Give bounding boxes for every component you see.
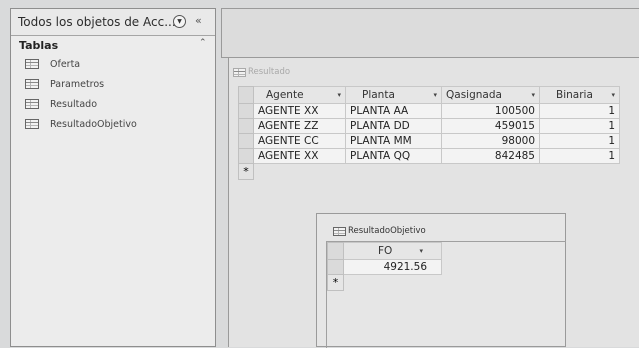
table-icon	[25, 79, 39, 89]
nav-header[interactable]: Todos los objetos de Acc... ▼ «	[11, 9, 215, 36]
column-label: Planta	[362, 89, 395, 101]
chevron-up-icon[interactable]: ⌃	[199, 38, 207, 48]
table-row[interactable]: AGENTE XX PLANTA QQ 842485 1	[238, 148, 620, 164]
new-record-icon: *	[243, 165, 249, 178]
table-row[interactable]: AGENTE CC PLANTA MM 98000 1	[238, 133, 620, 149]
chevron-down-icon[interactable]: ▼	[173, 15, 186, 28]
column-header-fo[interactable]: FO ▾	[343, 242, 442, 260]
column-header-planta[interactable]: Planta ▾	[345, 86, 442, 104]
cell-fo[interactable]: 4921.56	[343, 259, 442, 275]
cell-agente[interactable]: AGENTE XX	[253, 148, 346, 164]
workspace-top	[221, 8, 639, 58]
table-row[interactable]: AGENTE XX PLANTA AA 100500 1	[238, 103, 620, 119]
resultado-window-title[interactable]: Resultado	[233, 67, 290, 77]
window-title-text: Resultado	[248, 67, 291, 77]
resultadoobjetivo-window-title[interactable]: ResultadoObjetivo	[333, 226, 426, 236]
cell-planta[interactable]: PLANTA AA	[345, 103, 442, 119]
navigation-pane: Todos los objetos de Acc... ▼ « Tablas ⌃…	[10, 8, 216, 347]
collapse-pane-icon[interactable]: «	[195, 14, 202, 27]
sort-arrow-icon[interactable]: ▾	[531, 91, 535, 99]
cell-binaria[interactable]: 1	[539, 148, 620, 164]
group-header-tablas[interactable]: Tablas ⌃	[11, 36, 215, 54]
cell-agente[interactable]: AGENTE XX	[253, 103, 346, 119]
nav-title[interactable]: Todos los objetos de Acc...	[18, 15, 176, 29]
cell-planta[interactable]: PLANTA DD	[345, 118, 442, 134]
sort-arrow-icon[interactable]: ▾	[337, 91, 341, 99]
nav-item-label: Oferta	[50, 58, 81, 70]
cell-qasignada[interactable]: 842485	[441, 148, 540, 164]
new-record-row[interactable]: *	[327, 274, 442, 291]
nav-item-label: Parametros	[50, 78, 105, 90]
column-header-binaria[interactable]: Binaria ▾	[539, 86, 620, 104]
empty-cell[interactable]	[343, 274, 442, 291]
cell-planta[interactable]: PLANTA QQ	[345, 148, 442, 164]
nav-item-resultadoobjetivo[interactable]: ResultadoObjetivo	[11, 114, 215, 134]
new-record-marker[interactable]: *	[327, 274, 344, 291]
cell-binaria[interactable]: 1	[539, 103, 620, 119]
nav-item-resultado[interactable]: Resultado	[11, 94, 215, 114]
table-icon	[25, 99, 39, 109]
cell-qasignada[interactable]: 98000	[441, 133, 540, 149]
sort-arrow-icon[interactable]: ▾	[419, 247, 437, 255]
table-icon	[25, 119, 39, 129]
cell-agente[interactable]: AGENTE CC	[253, 133, 346, 149]
table-icon	[333, 226, 346, 236]
header-row: Agente ▾ Planta ▾ Qasignada ▾ Binaria ▾	[238, 86, 620, 104]
row-selector[interactable]	[238, 133, 254, 149]
table-icon	[25, 59, 39, 69]
nav-item-parametros[interactable]: Parametros	[11, 74, 215, 94]
group-label: Tablas	[19, 38, 59, 52]
cell-qasignada[interactable]: 100500	[441, 103, 540, 119]
nav-item-oferta[interactable]: Oferta	[11, 54, 215, 74]
column-label: FO	[378, 245, 393, 257]
new-record-row[interactable]: *	[238, 163, 620, 180]
empty-cell[interactable]	[539, 163, 620, 180]
cell-qasignada[interactable]: 459015	[441, 118, 540, 134]
nav-item-label: Resultado	[50, 98, 98, 110]
window-title-text: ResultadoObjetivo	[348, 226, 426, 236]
empty-cell[interactable]	[345, 163, 442, 180]
column-label: Qasignada	[446, 89, 502, 101]
column-header-qasignada[interactable]: Qasignada ▾	[441, 86, 540, 104]
row-selector[interactable]	[238, 148, 254, 164]
cell-binaria[interactable]: 1	[539, 118, 620, 134]
select-all-cell[interactable]	[238, 86, 254, 104]
table-icon	[233, 67, 246, 77]
cell-binaria[interactable]: 1	[539, 133, 620, 149]
column-label: Binaria	[556, 89, 593, 101]
resultado-datasheet: Agente ▾ Planta ▾ Qasignada ▾ Binaria ▾ AGEN…	[238, 86, 620, 180]
sort-arrow-icon[interactable]: ▾	[611, 91, 615, 99]
resultadoobjetivo-datasheet: FO ▾ 4921.56 *	[327, 242, 442, 291]
empty-cell[interactable]	[253, 163, 346, 180]
select-all-cell[interactable]	[327, 242, 344, 260]
resultadoobjetivo-window: ResultadoObjetivo FO ▾ 4921.56 *	[316, 213, 566, 348]
new-record-icon: *	[332, 276, 339, 289]
row-selector[interactable]	[327, 259, 344, 275]
cell-planta[interactable]: PLANTA MM	[345, 133, 442, 149]
column-label: Agente	[266, 89, 304, 101]
column-header-agente[interactable]: Agente ▾	[253, 86, 346, 104]
workspace-divider	[228, 58, 229, 347]
table-row[interactable]: AGENTE ZZ PLANTA DD 459015 1	[238, 118, 620, 134]
cell-agente[interactable]: AGENTE ZZ	[253, 118, 346, 134]
nav-item-label: ResultadoObjetivo	[50, 118, 137, 130]
header-row: FO ▾	[327, 242, 442, 260]
empty-cell[interactable]	[441, 163, 540, 180]
new-record-marker[interactable]: *	[238, 163, 254, 180]
table-row[interactable]: 4921.56	[327, 259, 442, 275]
row-selector[interactable]	[238, 118, 254, 134]
row-selector[interactable]	[238, 103, 254, 119]
sort-arrow-icon[interactable]: ▾	[433, 91, 437, 99]
